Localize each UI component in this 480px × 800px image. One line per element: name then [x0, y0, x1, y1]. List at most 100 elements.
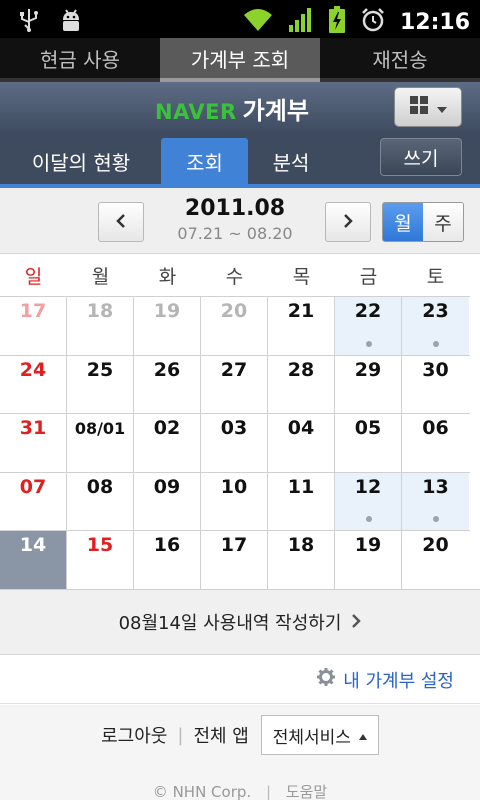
calendar-day[interactable]: 04 — [268, 414, 335, 472]
calendar-day[interactable]: 30 — [402, 356, 469, 414]
calendar-day[interactable]: 18 — [67, 297, 134, 355]
tab-monthly-status[interactable]: 이달의 현황 — [18, 138, 144, 184]
gear-icon — [317, 668, 336, 691]
calendar-day[interactable]: 05 — [335, 414, 402, 472]
calendar-day[interactable]: 06 — [402, 414, 469, 472]
day-number: 10 — [220, 475, 248, 498]
calendar-day[interactable]: 15 — [67, 531, 134, 589]
weekday-label: 금 — [359, 265, 378, 288]
calendar-day[interactable]: 08 — [67, 472, 134, 531]
day-number: 09 — [153, 475, 181, 498]
status-bar: 12:16 — [0, 0, 480, 38]
weekday-label: 목 — [292, 265, 311, 288]
calendar-day[interactable]: 31 — [0, 414, 67, 472]
tab-cash-usage[interactable]: 현금 사용 — [0, 38, 160, 82]
menu-button[interactable] — [394, 87, 462, 127]
weekday-header: 일 월 화 수 목 금 토 — [0, 254, 480, 296]
calendar-day[interactable]: 27 — [201, 355, 268, 414]
day-number: 11 — [287, 475, 315, 498]
month-navigation: 2011.08 07.21 ~ 08.20 월 주 — [0, 188, 480, 254]
grid-icon — [409, 95, 429, 119]
calendar-day[interactable]: 10 — [201, 472, 268, 531]
prev-month-button[interactable] — [98, 202, 144, 242]
write-button[interactable]: 쓰기 — [380, 138, 462, 176]
day-number: 20 — [220, 300, 248, 322]
day-number: 07 — [19, 475, 47, 498]
calendar-day[interactable]: 29 — [335, 355, 402, 414]
help-link[interactable]: 도움말 — [286, 783, 327, 800]
calendar-day[interactable]: 13 — [402, 472, 469, 531]
day-number: 17 — [220, 534, 248, 557]
calendar-day[interactable]: 16 — [134, 531, 201, 589]
entry-dot-icon — [366, 340, 372, 347]
day-number: 14 — [19, 534, 47, 557]
signal-icon — [288, 7, 314, 37]
calendar-day[interactable]: 03 — [201, 414, 268, 472]
calendar-day[interactable]: 26 — [134, 355, 201, 414]
calendar-day[interactable]: 18 — [268, 531, 335, 589]
app-tab-bar: 현금 사용 가계부 조회 재전송 — [0, 38, 480, 82]
calendar-day[interactable]: 17 — [0, 297, 67, 355]
day-number: 13 — [422, 475, 449, 498]
calendar-grid: 17 18 19 20 21 22 23 24 25 26 27 28 29 30 31 08/01 02 03 0… — [0, 296, 470, 590]
day-number: 08 — [86, 475, 114, 498]
write-day-entry-link[interactable]: 08월14일 사용내역 작성하기 — [0, 589, 480, 655]
day-number: 25 — [86, 358, 114, 381]
calendar-day[interactable]: 28 — [268, 355, 335, 414]
calendar-day[interactable]: 25 — [67, 355, 134, 414]
calendar-day[interactable]: 19 — [335, 531, 402, 589]
day-number: 31 — [19, 417, 47, 440]
day-number: 16 — [153, 534, 181, 557]
view-week-button[interactable]: 주 — [423, 203, 463, 241]
chevron-right-icon — [342, 213, 354, 232]
all-apps-link[interactable]: 전체 앱 — [193, 722, 248, 748]
calendar-week-row: 24 25 26 27 28 29 30 — [0, 355, 470, 415]
calendar-day[interactable]: 23 — [402, 297, 469, 355]
calendar-day[interactable]: 08/01 — [67, 414, 134, 472]
ledger-settings-row: 내 가계부 설정 — [0, 656, 480, 704]
naver-header: NAVER 가계부 — [0, 82, 480, 132]
naver-brand: NAVER — [155, 100, 237, 124]
tab-ledger-view[interactable]: 가계부 조회 — [160, 38, 320, 82]
calendar-day[interactable]: 22 — [335, 297, 402, 355]
calendar-day[interactable]: 02 — [134, 414, 201, 472]
logout-link[interactable]: 로그아웃 — [101, 722, 167, 748]
chevron-right-icon — [351, 612, 362, 633]
day-number: 08/01 — [74, 419, 126, 439]
tab-resend[interactable]: 재전송 — [320, 38, 480, 82]
day-number: 28 — [287, 358, 315, 381]
calendar-day[interactable]: 20 — [402, 531, 469, 589]
all-services-select[interactable]: 전체서비스 — [260, 715, 379, 755]
calendar-week-row: 07 08 09 10 11 12 13 — [0, 472, 470, 532]
battery-charging-icon — [328, 6, 346, 38]
weekday-label: 토 — [426, 265, 445, 288]
calendar-day-selected[interactable]: 14 — [0, 531, 67, 589]
tab-view[interactable]: 조회 — [161, 138, 248, 184]
view-month-button[interactable]: 월 — [383, 203, 423, 241]
calendar-day[interactable]: 20 — [201, 297, 268, 355]
day-number: 18 — [287, 534, 315, 557]
ledger-settings-link[interactable]: 내 가계부 설정 — [343, 667, 454, 693]
calendar-day[interactable]: 12 — [335, 472, 402, 531]
view-toggle: 월 주 — [382, 202, 464, 242]
calendar-week-row: 31 08/01 02 03 04 05 06 — [0, 414, 470, 473]
caret-up-icon — [358, 725, 367, 745]
calendar-week-row: 14 15 16 17 18 19 20 — [0, 531, 470, 590]
calendar-day[interactable]: 11 — [268, 472, 335, 531]
day-number: 03 — [220, 417, 248, 440]
next-month-button[interactable] — [325, 202, 371, 242]
tab-analysis[interactable]: 분석 — [262, 138, 320, 184]
calendar-day[interactable]: 21 — [268, 297, 335, 355]
calendar-day[interactable]: 09 — [134, 472, 201, 531]
calendar-day[interactable]: 17 — [201, 531, 268, 589]
calendar-day[interactable]: 07 — [0, 472, 67, 531]
weekday-label: 수 — [225, 265, 244, 288]
calendar-day[interactable]: 24 — [0, 355, 67, 414]
write-day-label: 08월14일 사용내역 작성하기 — [118, 613, 342, 634]
day-number: 05 — [354, 417, 382, 440]
wifi-icon — [242, 7, 274, 37]
day-number: 17 — [19, 300, 47, 322]
naver-ledger-logo[interactable]: NAVER 가계부 — [155, 91, 309, 126]
copyright-row: © NHN Corp. | 도움말 — [0, 781, 480, 800]
calendar-day[interactable]: 19 — [134, 297, 201, 355]
